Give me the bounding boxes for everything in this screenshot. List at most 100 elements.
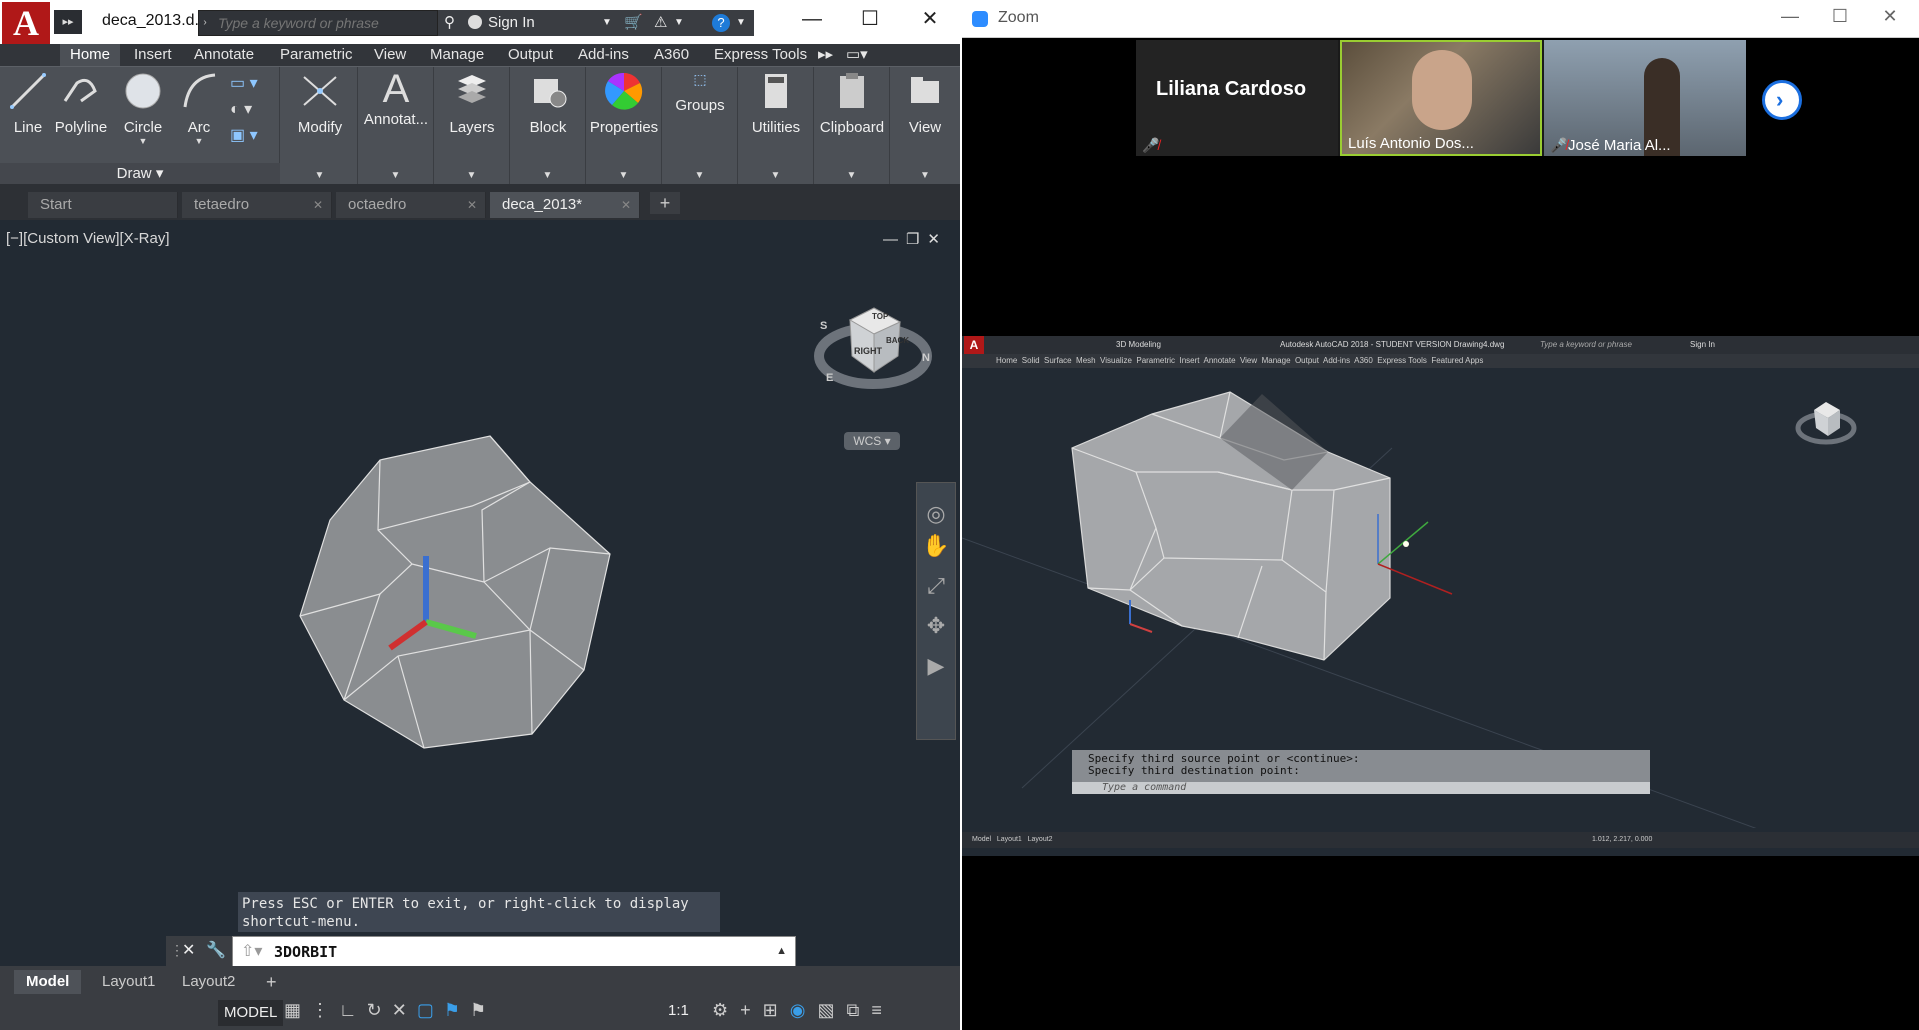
search-expand-icon[interactable]: › — [198, 10, 212, 36]
line-button[interactable]: Line — [6, 71, 50, 136]
tab-addins[interactable]: Add-ins — [568, 44, 639, 66]
zoom-maximize-icon[interactable]: ☐ — [1820, 6, 1860, 27]
clean-screen-icon[interactable]: ⧉ — [846, 1000, 871, 1020]
new-tab-button[interactable]: + — [650, 192, 680, 214]
block-dropdown-icon[interactable]: ▼ — [510, 170, 585, 181]
minimize-icon[interactable]: — — [790, 0, 834, 38]
wcs-menu[interactable]: WCS ▾ — [844, 432, 900, 450]
zoom-extents-icon[interactable]: ⤢ — [917, 573, 955, 613]
participant-tile[interactable]: 🎤̸ José Maria Al... — [1544, 40, 1746, 156]
quick-access-more-button[interactable]: ▸▸ — [54, 10, 82, 34]
modify-dropdown-icon[interactable]: ▼ — [282, 170, 357, 181]
tab-express-tools[interactable]: Express Tools — [704, 44, 817, 66]
tab-model[interactable]: Model — [14, 970, 82, 994]
properties-panel[interactable]: Properties ▼ — [586, 67, 662, 185]
cart-icon[interactable]: 🛒 — [624, 10, 643, 36]
annotation-dropdown-icon[interactable]: ▼ — [358, 170, 433, 181]
block-panel[interactable]: Block ▼ — [510, 67, 586, 185]
properties-dropdown-icon[interactable]: ▼ — [586, 170, 661, 181]
search-input[interactable] — [214, 10, 436, 36]
ribbon-options-icon[interactable]: ▭▾ — [836, 44, 878, 66]
add-layout-icon[interactable]: + — [254, 970, 289, 994]
help-icon[interactable]: ? — [712, 14, 730, 32]
polar-icon[interactable]: ↻ — [367, 1000, 392, 1020]
tab-parametric[interactable]: Parametric — [270, 44, 363, 66]
a360-dropdown-icon[interactable]: ▼ — [674, 10, 684, 36]
viewport-controls-label[interactable]: [−][Custom View][X-Ray] — [6, 230, 170, 247]
compass-e-label[interactable]: E — [826, 372, 833, 384]
model-space-button[interactable]: MODEL — [218, 1000, 284, 1026]
isolate-icon[interactable]: ◉ — [790, 1000, 818, 1020]
gear-icon[interactable]: ⚙ — [712, 1000, 740, 1020]
dodecahedron-model[interactable] — [290, 430, 630, 750]
tab-output[interactable]: Output — [498, 44, 563, 66]
participant-tile[interactable]: Liliana Cardoso 🎤̸ — [1136, 40, 1338, 156]
tab-tetaedro[interactable]: tetaedro ✕ — [182, 192, 332, 218]
utilities-dropdown-icon[interactable]: ▼ — [738, 170, 813, 181]
compass-s-label[interactable]: S — [820, 320, 827, 332]
orbit-icon[interactable]: ✥ — [917, 613, 955, 653]
next-page-button[interactable]: › — [1762, 80, 1802, 120]
units-icon[interactable]: ⊞ — [763, 1000, 790, 1020]
tab-octaedro[interactable]: octaedro ✕ — [336, 192, 486, 218]
annotation-panel[interactable]: A Annotat... ▼ — [358, 67, 434, 185]
layers-dropdown-icon[interactable]: ▼ — [434, 170, 509, 181]
a360-icon[interactable]: ⚠ — [654, 10, 667, 36]
tab-home[interactable]: Home — [60, 44, 121, 66]
arc-dropdown-icon[interactable]: ▼ — [176, 136, 222, 146]
snap-icon[interactable]: ⋮ — [311, 1000, 339, 1020]
maximize-icon[interactable]: ☐ — [848, 0, 892, 38]
viewcube[interactable]: TOP RIGHT BACK S E N — [808, 290, 938, 390]
close-tab-icon[interactable]: ✕ — [313, 192, 323, 218]
close-tab-icon[interactable]: ✕ — [621, 192, 631, 218]
viewport-restore-icon[interactable]: ❐ — [906, 231, 927, 248]
boundary-icon[interactable]: ▣ ▾ — [230, 125, 270, 151]
ortho-icon[interactable]: ∟ — [339, 1000, 367, 1020]
command-input[interactable] — [240, 936, 780, 968]
circle-dropdown-icon[interactable]: ▼ — [116, 136, 170, 146]
viewcube-top-label[interactable]: TOP — [872, 312, 888, 321]
rectangle-icon[interactable]: ▭ ▾ — [230, 73, 270, 99]
tab-layout2[interactable]: Layout2 — [170, 970, 247, 994]
grid-icon[interactable]: ▦ — [284, 1000, 311, 1020]
pan-icon[interactable]: ✋ — [917, 533, 955, 573]
close-tab-icon[interactable]: ✕ — [467, 192, 477, 218]
utilities-panel[interactable]: Utilities ▼ — [738, 67, 814, 185]
close-icon[interactable]: ✕ — [908, 0, 952, 38]
tab-deca[interactable]: deca_2013* ✕ — [490, 192, 640, 218]
hardware-accel-icon[interactable]: ▧ — [817, 1000, 846, 1020]
viewport-close-icon[interactable]: ✕ — [927, 231, 948, 248]
view-panel[interactable]: View ▼ — [890, 67, 960, 185]
osnap-icon[interactable]: ▢ — [417, 1000, 444, 1020]
showmotion-icon[interactable]: ▶ — [917, 653, 955, 693]
compass-n-label[interactable]: N — [922, 352, 930, 364]
view-dropdown-icon[interactable]: ▼ — [890, 170, 960, 181]
close-command-icon[interactable]: ✕ — [182, 940, 195, 960]
viewport-minimize-icon[interactable]: — — [883, 231, 906, 248]
autocad-logo-button[interactable]: A — [2, 2, 50, 44]
modify-panel[interactable]: Modify ▼ — [282, 67, 358, 185]
tab-a360[interactable]: A360 — [644, 44, 699, 66]
menu-icon[interactable]: ≡ — [871, 1000, 894, 1020]
tab-layout1[interactable]: Layout1 — [90, 970, 167, 994]
plus-icon[interactable]: + — [740, 1000, 763, 1020]
clipboard-dropdown-icon[interactable]: ▼ — [814, 170, 889, 181]
draw-panel-title[interactable]: Draw ▾ — [0, 163, 280, 185]
tab-manage[interactable]: Manage — [420, 44, 494, 66]
steering-wheel-icon[interactable]: ◎ — [917, 483, 955, 533]
drawing-viewport[interactable]: [−][Custom View][X-Ray] —❐✕ TOP RIGHT BA… — [0, 220, 960, 966]
layers-panel[interactable]: Layers ▼ — [434, 67, 510, 185]
groups-panel[interactable]: ⬚ Groups ▼ — [662, 67, 738, 185]
zoom-close-icon[interactable]: ✕ — [1870, 6, 1910, 27]
scale-dropdown[interactable]: 1:1 — [668, 1002, 689, 1019]
groups-dropdown-icon[interactable]: ▼ — [662, 170, 737, 181]
tab-insert[interactable]: Insert — [124, 44, 182, 66]
customize-icon[interactable]: 🔧 — [206, 940, 226, 960]
viewcube-right-label[interactable]: RIGHT — [854, 346, 882, 356]
help-dropdown-icon[interactable]: ▼ — [736, 10, 746, 36]
polyline-button[interactable]: Polyline — [52, 71, 110, 136]
autoscale-icon[interactable]: ⚑ — [470, 1000, 496, 1020]
isodraft-icon[interactable]: ✕ — [392, 1000, 417, 1020]
clipboard-panel[interactable]: Clipboard ▼ — [814, 67, 890, 185]
circle-button[interactable]: Circle ▼ — [116, 71, 170, 146]
